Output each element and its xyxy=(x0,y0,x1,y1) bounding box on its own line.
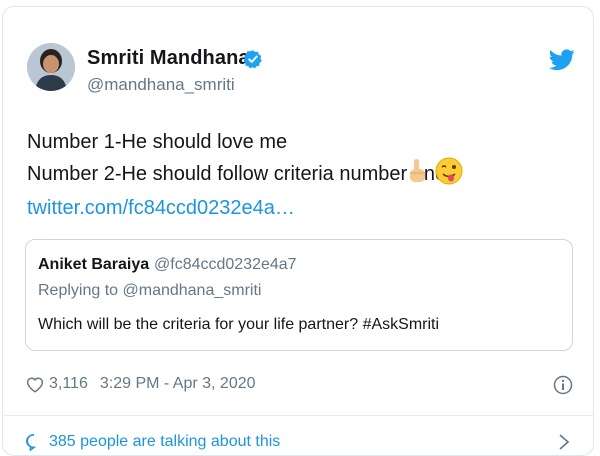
avatar[interactable] xyxy=(27,43,75,91)
tweet-timestamp[interactable]: 3:29 PM - Apr 3, 2020 xyxy=(100,375,256,393)
talking-count-text: 385 people are talking about this xyxy=(49,433,281,450)
heart-icon[interactable] xyxy=(25,375,45,393)
like-count[interactable]: 3,116 xyxy=(49,375,88,393)
user-name[interactable]: Smriti Mandhana xyxy=(87,47,250,70)
info-icon[interactable] xyxy=(553,375,573,395)
tweet-text-line-2: Number 2-He should follow criteria numbe… xyxy=(27,163,447,185)
quoted-tweet-text: Which will be the criteria for your life… xyxy=(38,316,440,333)
conversation-link[interactable]: 385 people are talking about this xyxy=(25,433,280,451)
user-handle[interactable]: @mandhana_smriti xyxy=(87,75,235,95)
divider xyxy=(3,415,593,416)
pointing-up-hand-icon xyxy=(410,159,425,182)
verified-badge-icon xyxy=(243,50,262,69)
quoted-user-handle: @fc84ccd0232e4a7 xyxy=(154,256,297,273)
twitter-bird-icon[interactable] xyxy=(549,49,575,71)
speech-bubble-icon xyxy=(26,434,37,451)
tweet-link[interactable]: twitter.com/fc84ccd0232e4a… xyxy=(27,197,295,220)
quoted-replying-to: Replying to @mandhana_smriti xyxy=(38,282,262,299)
chevron-right-icon[interactable] xyxy=(557,433,571,451)
winking-tongue-face-icon xyxy=(435,157,463,185)
tweet-text-line-1: Number 1-He should love me xyxy=(27,131,288,153)
quoted-tweet[interactable]: Aniket Baraiya @fc84ccd0232e4a7 Replying… xyxy=(25,239,573,351)
tweet-card: Smriti Mandhana @mandhana_smriti Number … xyxy=(2,6,594,456)
quoted-user-name: Aniket Baraiya xyxy=(38,256,150,273)
tweet-meta: 3,116 3:29 PM - Apr 3, 2020 xyxy=(25,375,256,393)
